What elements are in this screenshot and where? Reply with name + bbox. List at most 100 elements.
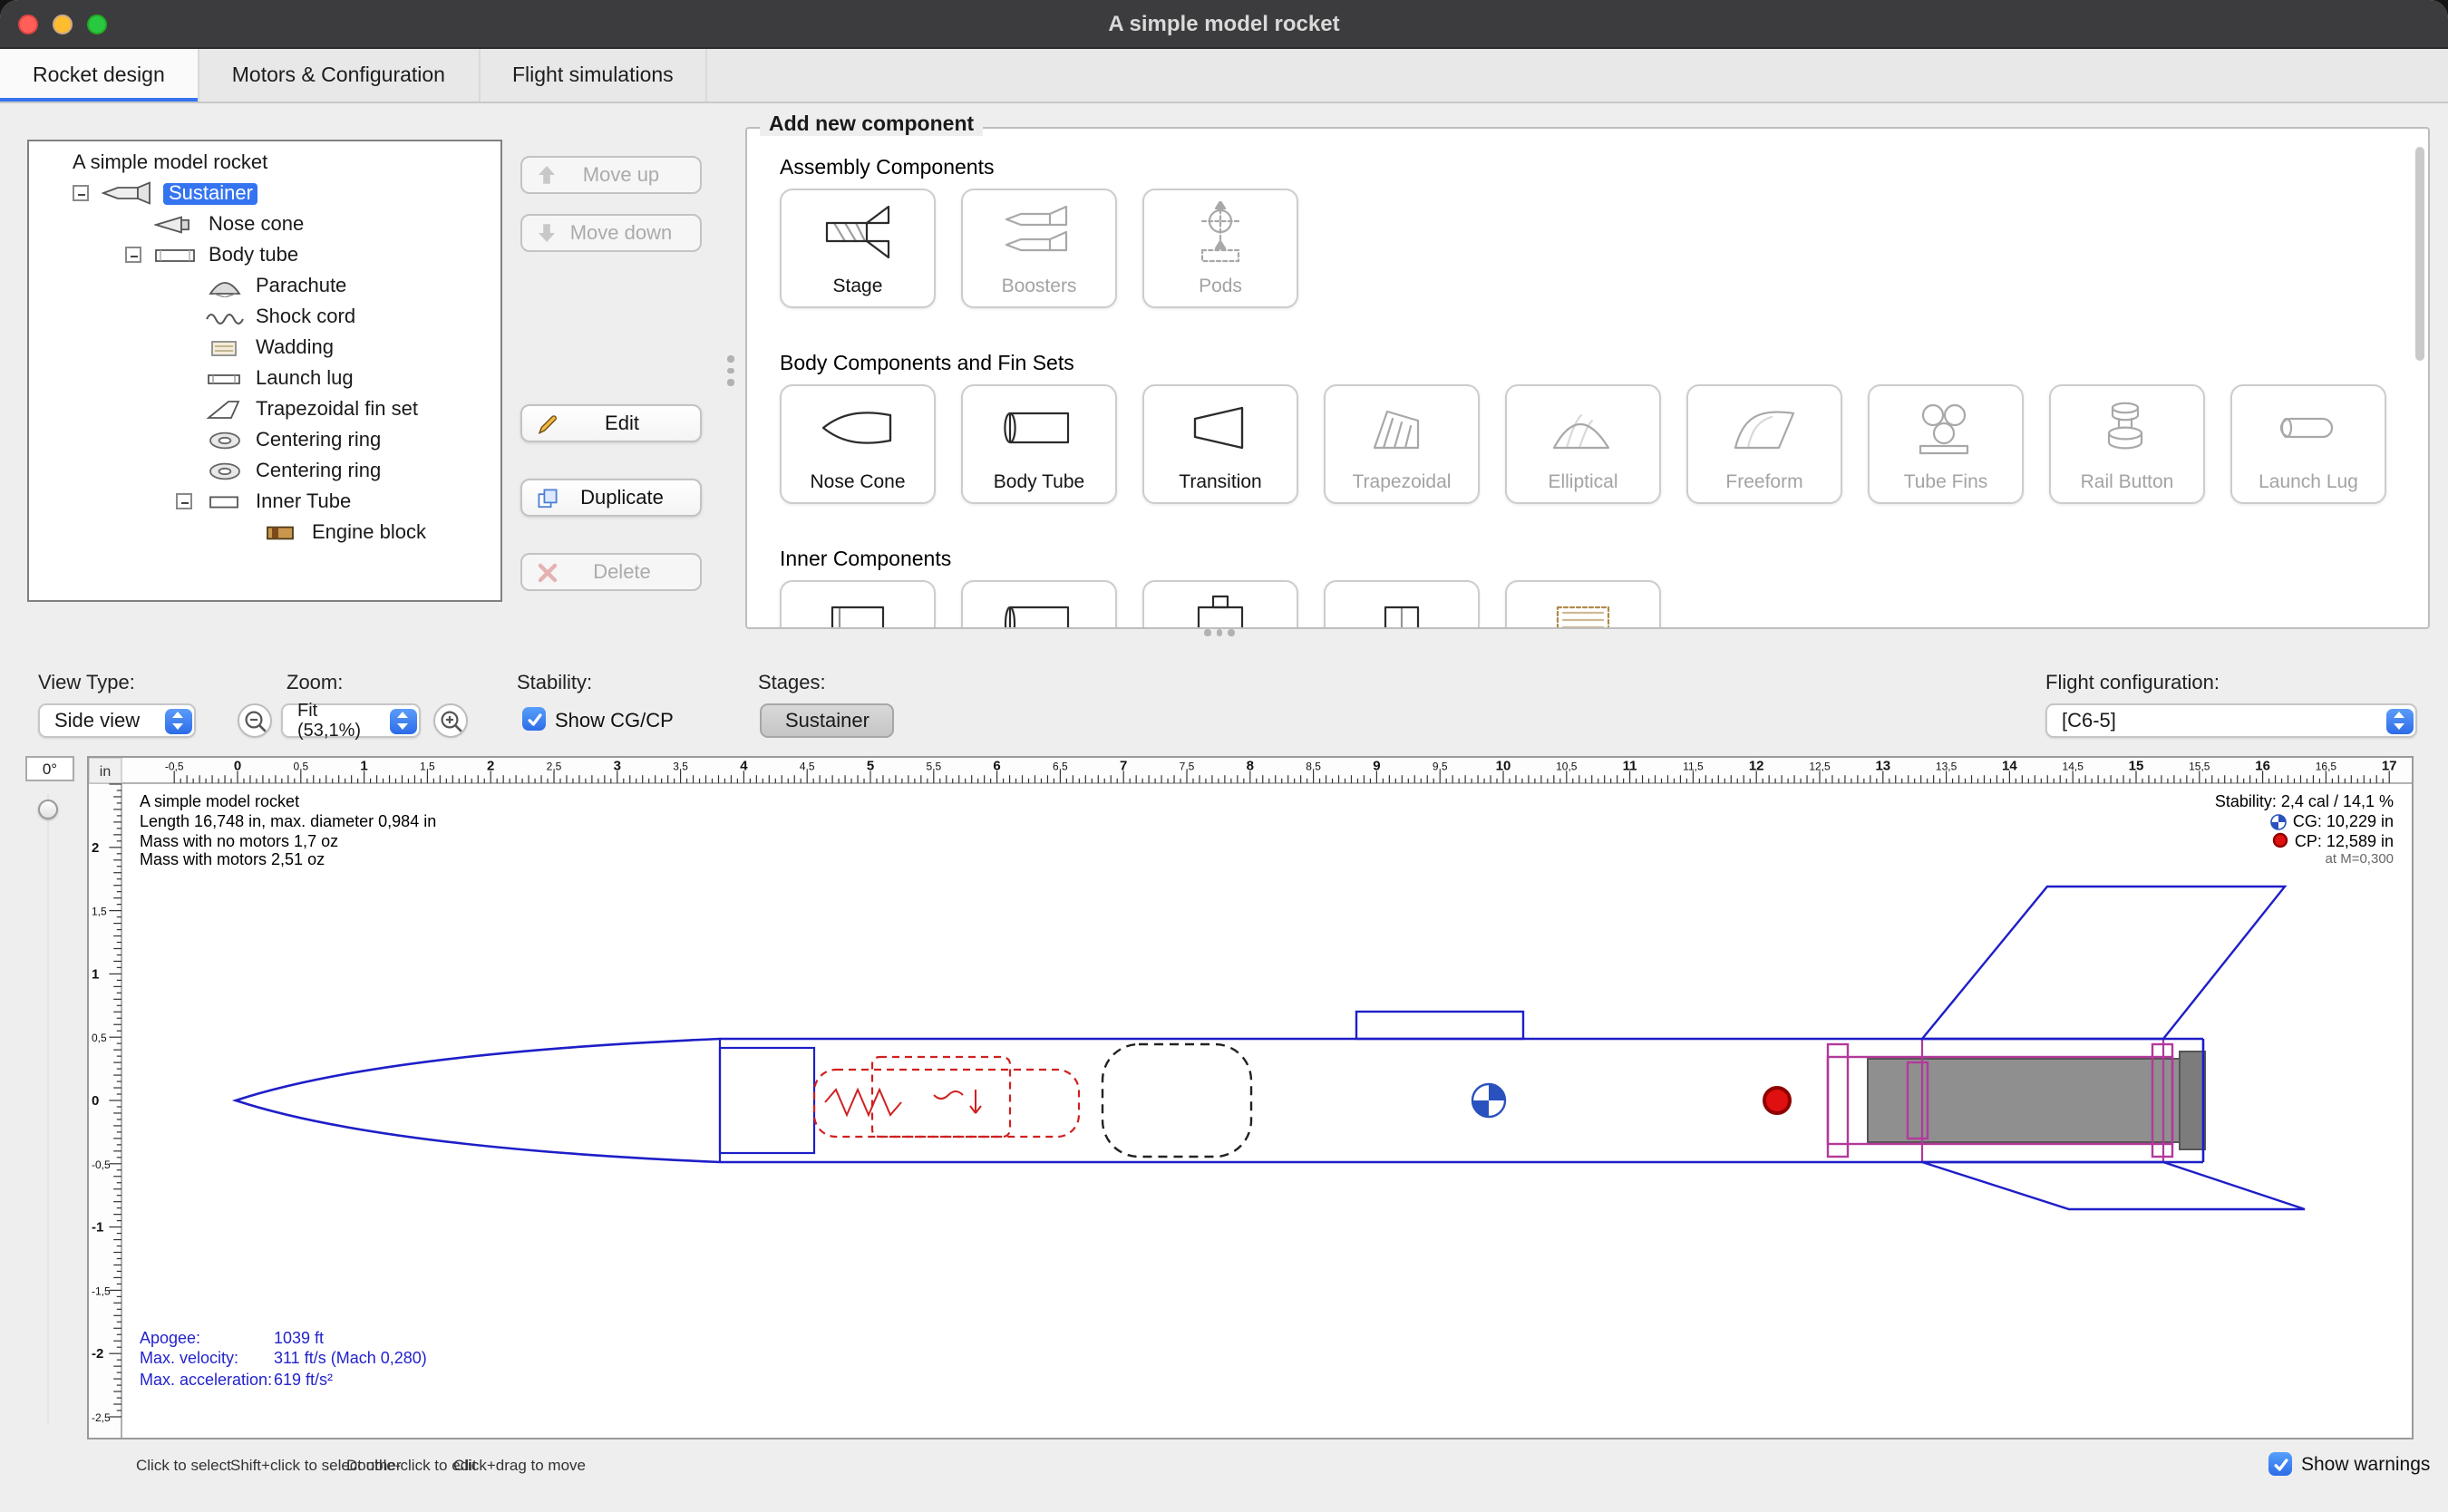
nose-cone-outline (236, 1039, 720, 1162)
cp-legend-icon (2273, 833, 2289, 849)
nose-shoulder-outline (720, 1048, 814, 1153)
tree-item-wadding[interactable]: Wadding (29, 332, 500, 363)
lower-fin (1922, 1162, 2305, 1209)
main-tabs: Rocket design Motors & Configuration Fli… (0, 49, 2448, 103)
tree-root[interactable]: A simple model rocket (29, 147, 500, 178)
svg-text:-0,5: -0,5 (92, 1158, 111, 1171)
edit-button[interactable]: Edit (520, 404, 702, 442)
rotation-slider-knob[interactable] (38, 800, 58, 819)
svg-text:16: 16 (2255, 759, 2270, 774)
svg-text:2: 2 (92, 840, 99, 856)
tree-item-nose-cone[interactable]: Nose cone (29, 208, 500, 239)
show-cgcp-checkbox[interactable] (522, 707, 546, 731)
flight-config-select[interactable]: [C6-5] (2045, 703, 2417, 738)
flight-data-block: Apogee:1039 ft Max. velocity:311 ft/s (M… (140, 1328, 427, 1391)
flight-config-value: [C6-5] (2062, 710, 2116, 732)
stage-toggle-sustainer[interactable]: Sustainer (760, 703, 895, 738)
vertical-divider-handle[interactable] (727, 355, 733, 385)
copy-icon (537, 487, 559, 509)
apogee-value: 1039 ft (274, 1328, 324, 1346)
tree-item-fin-set[interactable]: Trapezoidal fin set (29, 393, 500, 424)
nose-cone-component-icon (818, 397, 898, 459)
rotation-slider-track[interactable] (47, 794, 49, 1425)
zoom-in-button[interactable] (433, 703, 468, 738)
section-assembly-components: Assembly Components (780, 158, 995, 179)
app-window: A simple model rocket Rocket design Moto… (0, 0, 2448, 1512)
tree-item-inner-tube[interactable]: Inner Tube (29, 486, 500, 517)
add-body-tube-button[interactable]: Body Tube (961, 384, 1117, 504)
elliptical-fin-icon (1543, 397, 1623, 459)
zoom-out-button[interactable] (238, 703, 272, 738)
tab-rocket-design[interactable]: Rocket design (0, 49, 199, 102)
launch-lug-component-icon (2268, 397, 2348, 459)
add-bulkhead-button[interactable] (1324, 580, 1480, 629)
tree-item-body-tube[interactable]: Body tube (29, 239, 500, 270)
rocket-view[interactable]: in -0,500,511,522,533,544,555,566,577,58… (87, 756, 2414, 1439)
add-pods-button: Pods (1142, 189, 1298, 308)
svg-text:0,5: 0,5 (293, 761, 308, 773)
flight-config-label: Flight configuration: (2045, 673, 2220, 694)
svg-text:10,5: 10,5 (1556, 761, 1578, 773)
svg-text:2,5: 2,5 (547, 761, 562, 773)
cp-marker (1764, 1088, 1790, 1113)
centering-ring-icon (205, 460, 245, 481)
pencil-icon (537, 412, 559, 434)
nose-cone-icon (154, 213, 198, 235)
tree-item-sustainer[interactable]: Sustainer (29, 178, 500, 208)
duplicate-button[interactable]: Duplicate (520, 479, 702, 517)
hint-click-select: Click to select (136, 1456, 231, 1474)
move-down-button: Move down (520, 214, 702, 252)
svg-text:5: 5 (867, 759, 874, 774)
add-coupler-button[interactable] (780, 580, 936, 629)
tree-item-parachute[interactable]: Parachute (29, 270, 500, 301)
rotation-angle-indicator: 0° (25, 756, 74, 781)
horizontal-divider-handle[interactable] (1204, 629, 1234, 635)
panel-scrollbar[interactable] (2415, 147, 2424, 361)
tab-flight-simulations[interactable]: Flight simulations (480, 49, 708, 102)
collapse-icon[interactable] (176, 493, 192, 509)
tree-item-label: Body tube (209, 244, 298, 266)
parachute-icon (205, 275, 245, 296)
tree-item-label: Trapezoidal fin set (256, 398, 418, 420)
minimize-button[interactable] (53, 15, 73, 34)
launch-lug-outline (1356, 1012, 1523, 1039)
shock-cord-outline (814, 1070, 1079, 1137)
tree-item-centering-ring-1[interactable]: Centering ring (29, 424, 500, 455)
tree-item-centering-ring-2[interactable]: Centering ring (29, 455, 500, 486)
view-type-value: Side view (54, 710, 140, 732)
tree-item-engine-block[interactable]: Engine block (29, 517, 500, 548)
tree-item-launch-lug[interactable]: Launch lug (29, 363, 500, 393)
mach-text: at M=0,300 (2215, 851, 2394, 871)
zoom-select[interactable]: Fit (53,1%) (281, 703, 421, 738)
show-warnings-checkbox[interactable] (2268, 1452, 2292, 1476)
svg-text:-1: -1 (92, 1220, 103, 1236)
tab-motors-configuration[interactable]: Motors & Configuration (199, 49, 480, 102)
svg-text:8: 8 (1247, 759, 1254, 774)
tree-item-label: Inner Tube (256, 490, 351, 512)
rocket-info-block: A simple model rocket Length 16,748 in, … (140, 792, 436, 870)
add-stage-button[interactable]: Stage (780, 189, 936, 308)
add-engine-block-button[interactable] (1505, 580, 1661, 629)
tree-item-shock-cord[interactable]: Shock cord (29, 301, 500, 332)
view-type-select[interactable]: Side view (38, 703, 196, 738)
svg-text:5,5: 5,5 (926, 761, 941, 773)
tree-item-label: Shock cord (256, 305, 355, 327)
add-component-title: Add new component (760, 114, 983, 136)
cg-text: CG: 10,229 in (2293, 812, 2394, 832)
svg-text:14: 14 (2002, 759, 2017, 774)
tree-item-label: Engine block (312, 521, 426, 543)
close-button[interactable] (18, 15, 38, 34)
collapse-icon[interactable] (73, 185, 89, 201)
collapse-icon[interactable] (125, 247, 141, 263)
add-inner-tube-button[interactable] (961, 580, 1117, 629)
zoom-window-button[interactable] (87, 15, 107, 34)
shock-cord-icon (205, 305, 245, 327)
title-bar: A simple model rocket (0, 0, 2448, 49)
parachute-outline (1103, 1044, 1251, 1157)
tree-root-label: A simple model rocket (73, 151, 267, 173)
cg-legend-icon (2271, 813, 2288, 829)
add-centering-ring-button[interactable] (1142, 580, 1298, 629)
add-transition-button[interactable]: Transition (1142, 384, 1298, 504)
add-nose-cone-button[interactable]: Nose Cone (780, 384, 936, 504)
rocket-drawing[interactable] (236, 887, 2305, 1209)
